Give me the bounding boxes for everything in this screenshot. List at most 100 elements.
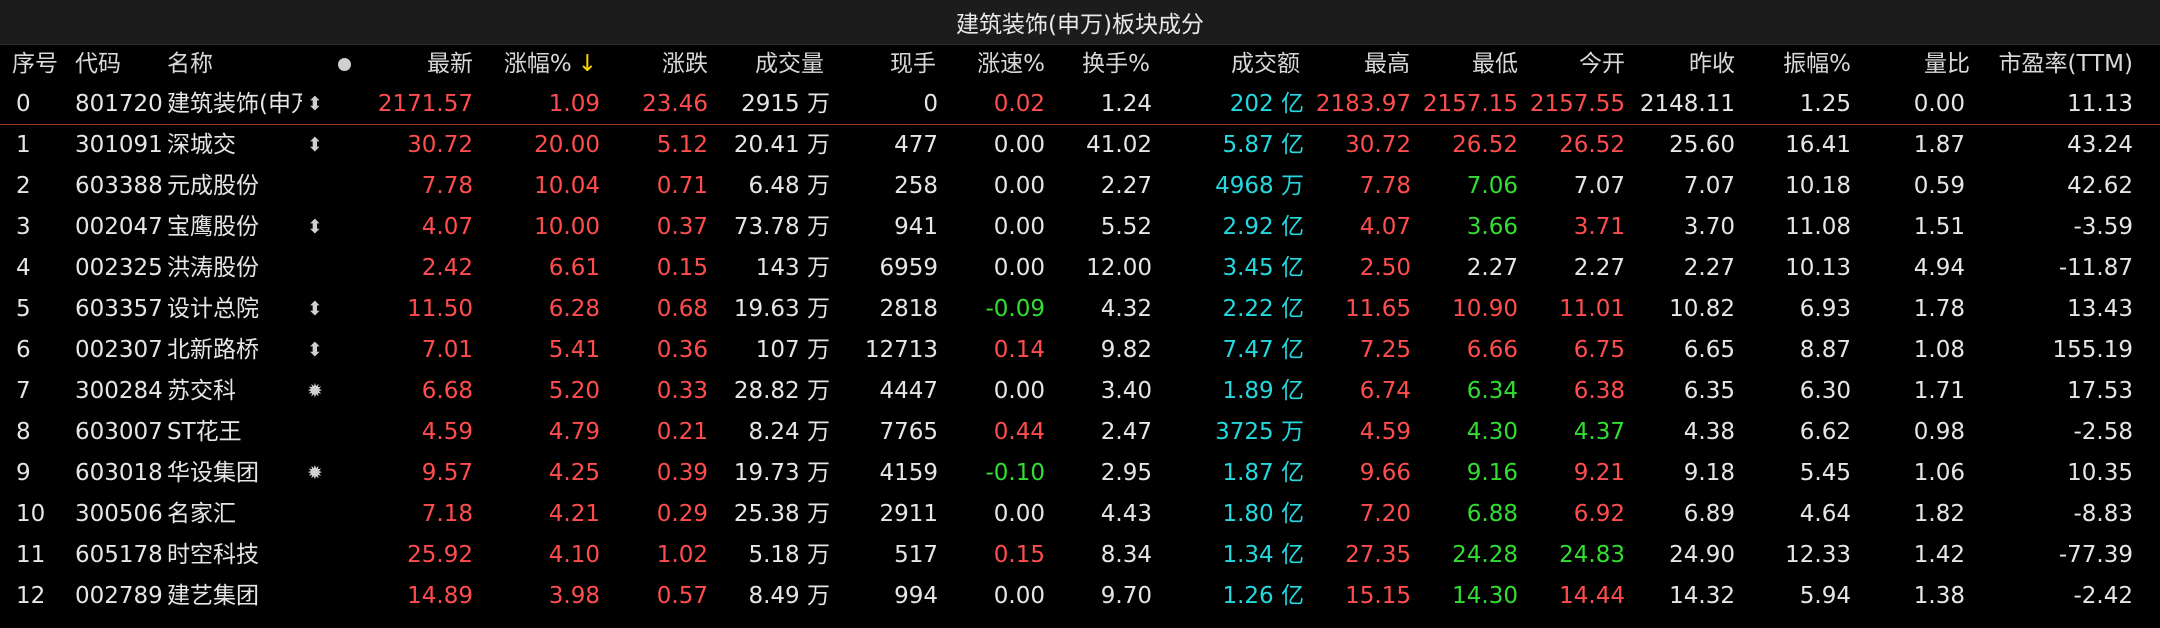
table-row[interactable]: 11 605178 时空科技 25.92 4.10 1.02 5.18 万 517 0.15 8.… — [0, 535, 2160, 576]
cell-name: 建筑装饰(申万 — [167, 91, 302, 117]
cell-seq: 0 — [16, 91, 31, 117]
cell-code: 300506 — [75, 501, 163, 527]
cell-current-hand: 7765 — [879, 419, 938, 445]
table-row[interactable]: 3 002047 宝鹰股份 4.07 10.00 0.37 73.78 万 941 0.00 5.… — [0, 207, 2160, 248]
cell-high: 4.59 — [1359, 419, 1411, 445]
col-header-pe-ttm[interactable]: 市盈率(TTM) — [1999, 44, 2134, 84]
col-header-low[interactable]: 最低 — [1472, 44, 1518, 84]
cell-open: 3.71 — [1573, 214, 1625, 240]
table-row[interactable]: 1 301091 深城交 30.72 20.00 5.12 20.41 万 477 0.00 41… — [0, 125, 2160, 166]
cell-change-pct: 6.61 — [548, 255, 600, 281]
cell-high: 7.78 — [1359, 173, 1411, 199]
cell-change: 0.68 — [656, 296, 708, 322]
cell-current-hand: 941 — [894, 214, 938, 240]
col-header-high[interactable]: 最高 — [1364, 44, 1410, 84]
table-body: 0 801720 建筑装饰(申万 2171.57 1.09 23.46 2915 万 0 0.0… — [0, 84, 2160, 617]
cell-low: 2.27 — [1466, 255, 1518, 281]
cell-amount: 4968 万 — [1215, 173, 1304, 199]
sun-icon: ✹ — [307, 462, 323, 484]
cell-change-pct: 10.00 — [534, 214, 600, 240]
cell-prev-close: 4.38 — [1683, 419, 1735, 445]
cell-open: 6.38 — [1573, 378, 1625, 404]
col-header-open[interactable]: 今开 — [1579, 44, 1625, 84]
cell-code: 605178 — [75, 542, 163, 568]
cell-change: 0.57 — [656, 583, 708, 609]
table-row[interactable]: 6 002307 北新路桥 7.01 5.41 0.36 107 万 12713 0.14 9.8… — [0, 330, 2160, 371]
col-header-amount[interactable]: 成交额 — [1231, 44, 1300, 84]
cell-seq: 12 — [16, 583, 46, 609]
table-row[interactable]: 4 002325 洪涛股份 2.42 6.61 0.15 143 万 6959 0.00 12.0… — [0, 248, 2160, 289]
cell-turnover-pct: 9.70 — [1100, 583, 1152, 609]
table-row[interactable]: 12 002789 建艺集团 14.89 3.98 0.57 8.49 万 994 0.00 9.… — [0, 576, 2160, 617]
cell-change-pct: 4.79 — [548, 419, 600, 445]
cell-prev-close: 6.35 — [1683, 378, 1735, 404]
table-row-sector-index[interactable]: 0 801720 建筑装饰(申万 2171.57 1.09 23.46 2915 万 0 0.0… — [0, 84, 2160, 125]
col-header-amplitude-pct[interactable]: 振幅% — [1783, 44, 1851, 84]
cell-prev-close: 2148.11 — [1639, 91, 1735, 117]
cell-change-pct: 20.00 — [534, 132, 600, 158]
updown-arrow-icon: ⬍ — [307, 216, 323, 238]
col-header-change-pct[interactable]: 涨幅% ↓ — [504, 44, 597, 84]
cell-low: 7.06 — [1466, 173, 1518, 199]
table-row[interactable]: 9 603018 华设集团 9.57 4.25 0.39 19.73 万 4159 -0.10 2… — [0, 453, 2160, 494]
table-row[interactable]: 7 300284 苏交科 6.68 5.20 0.33 28.82 万 4447 0.00 3.4… — [0, 371, 2160, 412]
col-header-volume-ratio[interactable]: 量比 — [1924, 44, 1970, 84]
cell-current-hand: 2911 — [879, 501, 938, 527]
status-dot-icon — [338, 58, 351, 71]
cell-speed-pct: 0.14 — [993, 337, 1045, 363]
cell-high: 7.20 — [1359, 501, 1411, 527]
cell-volume-ratio: 1.08 — [1913, 337, 1965, 363]
cell-prev-close: 2.27 — [1683, 255, 1735, 281]
cell-volume-ratio: 1.78 — [1913, 296, 1965, 322]
col-header-current-hand[interactable]: 现手 — [890, 44, 936, 84]
cell-volume: 107 万 — [755, 337, 830, 363]
cell-current-hand: 4447 — [879, 378, 938, 404]
col-header-latest[interactable]: 最新 — [427, 44, 473, 84]
cell-turnover-pct: 12.00 — [1086, 255, 1152, 281]
col-header-seq[interactable]: 序号 — [12, 44, 58, 84]
cell-pe-ttm: 10.35 — [2067, 460, 2133, 486]
cell-seq: 10 — [16, 501, 46, 527]
cell-amount: 1.34 亿 — [1222, 542, 1304, 568]
cell-prev-close: 6.65 — [1683, 337, 1735, 363]
cell-amplitude-pct: 6.30 — [1799, 378, 1851, 404]
cell-code: 603007 — [75, 419, 163, 445]
col-header-speed-pct[interactable]: 涨速% — [977, 44, 1045, 84]
cell-amplitude-pct: 6.62 — [1799, 419, 1851, 445]
cell-name: 元成股份 — [167, 173, 259, 199]
cell-high: 2.50 — [1359, 255, 1411, 281]
table-row[interactable]: 10 300506 名家汇 7.18 4.21 0.29 25.38 万 2911 0.00 4.… — [0, 494, 2160, 535]
cell-turnover-pct: 2.47 — [1100, 419, 1152, 445]
col-header-volume[interactable]: 成交量 — [755, 44, 824, 84]
cell-volume: 25.38 万 — [733, 501, 830, 527]
cell-prev-close: 25.60 — [1669, 132, 1735, 158]
table-row[interactable]: 2 603388 元成股份 7.78 10.04 0.71 6.48 万 258 0.00 2.2… — [0, 166, 2160, 207]
cell-high: 30.72 — [1345, 132, 1411, 158]
cell-speed-pct: 0.02 — [993, 91, 1045, 117]
col-header-name[interactable]: 名称 — [167, 44, 213, 84]
cell-change: 0.37 — [656, 214, 708, 240]
updown-arrow-icon: ⬍ — [307, 134, 323, 156]
col-header-prev-close[interactable]: 昨收 — [1689, 44, 1735, 84]
col-header-code[interactable]: 代码 — [75, 44, 121, 84]
cell-prev-close: 3.70 — [1683, 214, 1735, 240]
cell-change-pct: 5.41 — [548, 337, 600, 363]
cell-low: 14.30 — [1452, 583, 1518, 609]
cell-low: 4.30 — [1466, 419, 1518, 445]
cell-speed-pct: -0.10 — [985, 460, 1045, 486]
cell-change: 0.29 — [656, 501, 708, 527]
cell-high: 11.65 — [1345, 296, 1411, 322]
cell-amount: 5.87 亿 — [1222, 132, 1304, 158]
cell-pe-ttm: 43.24 — [2067, 132, 2133, 158]
table-row[interactable]: 5 603357 设计总院 11.50 6.28 0.68 19.63 万 2818 -0.09… — [0, 289, 2160, 330]
col-header-turnover-pct[interactable]: 换手% — [1082, 44, 1150, 84]
cell-pe-ttm: 13.43 — [2067, 296, 2133, 322]
cell-amount: 3725 万 — [1215, 419, 1304, 445]
cell-open: 7.07 — [1573, 173, 1625, 199]
table-row[interactable]: 8 603007 ST花王 4.59 4.79 0.21 8.24 万 7765 0.44 2.4… — [0, 412, 2160, 453]
cell-volume: 28.82 万 — [733, 378, 830, 404]
col-header-change[interactable]: 涨跌 — [662, 44, 708, 84]
cell-name: 洪涛股份 — [167, 255, 259, 281]
col-header-change-pct-label: 涨幅% — [503, 51, 572, 77]
cell-volume: 6.48 万 — [748, 173, 830, 199]
